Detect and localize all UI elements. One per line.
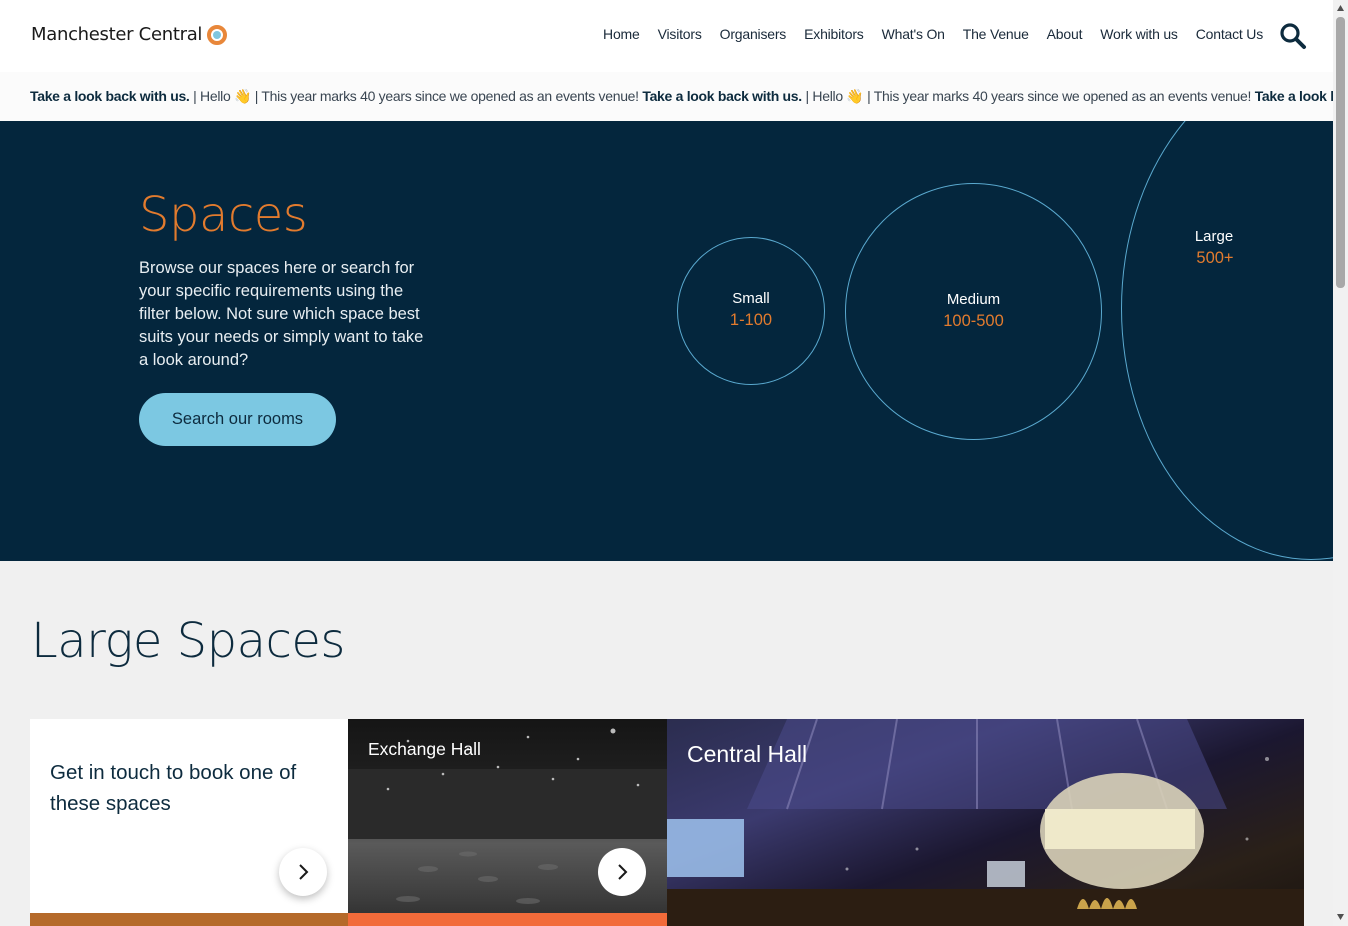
chevron-right-icon bbox=[618, 864, 628, 880]
card-image-strip bbox=[348, 913, 667, 926]
card-title: Central Hall bbox=[687, 741, 808, 767]
logo-mark-icon bbox=[207, 24, 228, 45]
main-nav: Home Visitors Organisers Exhibitors What… bbox=[585, 26, 1263, 42]
nav-home[interactable]: Home bbox=[603, 26, 640, 42]
nav-exhibitors[interactable]: Exhibitors bbox=[804, 26, 864, 42]
search-icon bbox=[1280, 23, 1306, 49]
page-scrollbar[interactable] bbox=[1333, 0, 1348, 926]
nav-contact-us[interactable]: Contact Us bbox=[1196, 26, 1263, 42]
card-exchange-arrow-button[interactable] bbox=[598, 848, 646, 896]
page-title: Spaces bbox=[139, 187, 308, 243]
announcement-ticker: Take a look back with us. | Hello 👋 | Th… bbox=[0, 72, 1333, 121]
card-title: Exchange Hall bbox=[368, 739, 481, 759]
size-range: 100-500 bbox=[943, 312, 1004, 330]
nav-about[interactable]: About bbox=[1047, 26, 1083, 42]
ticker-highlight[interactable]: Take a look back with us. bbox=[30, 88, 190, 104]
size-filter-medium[interactable]: Medium 100-500 bbox=[845, 183, 1102, 440]
nav-organisers[interactable]: Organisers bbox=[720, 26, 787, 42]
chevron-right-icon bbox=[299, 864, 309, 880]
site-header: Manchester Central Home Visitors Organis… bbox=[0, 0, 1333, 72]
size-range: 500+ bbox=[1196, 249, 1234, 267]
ticker-text: | Hello 👋 | This year marks 40 years sin… bbox=[189, 88, 643, 104]
logo[interactable]: Manchester Central bbox=[31, 24, 228, 45]
ticker-highlight[interactable]: Take a look back with us. bbox=[1255, 88, 1333, 104]
logo-text: Manchester Central bbox=[31, 24, 203, 45]
large-spaces-section: Large Spaces Get in touch to book one of… bbox=[0, 561, 1333, 926]
size-filter-small[interactable]: Small 1-100 bbox=[677, 237, 825, 385]
ticker-text: | Hello 👋 | This year marks 40 years sin… bbox=[801, 88, 1255, 104]
search-rooms-button[interactable]: Search our rooms bbox=[139, 393, 336, 446]
card-exchange-hall[interactable]: Exchange Hall bbox=[348, 719, 667, 926]
size-label: Medium bbox=[946, 291, 1001, 308]
scroll-up-icon[interactable] bbox=[1336, 3, 1345, 13]
size-label: Small bbox=[732, 290, 770, 307]
scroll-thumb[interactable] bbox=[1336, 17, 1345, 288]
size-label: Large bbox=[1194, 228, 1234, 245]
card-image-strip bbox=[30, 913, 348, 926]
nav-the-venue[interactable]: The Venue bbox=[963, 26, 1029, 42]
scroll-down-icon[interactable] bbox=[1336, 912, 1345, 922]
size-range: 1-100 bbox=[729, 311, 773, 329]
card-get-in-touch[interactable]: Get in touch to book one of these spaces bbox=[30, 719, 348, 926]
nav-whats-on[interactable]: What's On bbox=[882, 26, 945, 42]
nav-work-with-us[interactable]: Work with us bbox=[1100, 26, 1178, 42]
size-filter-large[interactable]: Large 500+ bbox=[1121, 121, 1333, 560]
card-touch-arrow-button[interactable] bbox=[279, 848, 327, 896]
nav-visitors[interactable]: Visitors bbox=[658, 26, 702, 42]
card-touch-text: Get in touch to book one of these spaces bbox=[50, 761, 297, 815]
section-title: Large Spaces bbox=[31, 613, 345, 669]
card-central-hall[interactable]: Central Hall bbox=[667, 719, 1304, 926]
hero-description: Browse our spaces here or search for you… bbox=[139, 259, 424, 369]
ticker-track: Take a look back with us. | Hello 👋 | Th… bbox=[30, 88, 1333, 105]
ticker-highlight[interactable]: Take a look back with us. bbox=[642, 88, 802, 104]
spaces-hero: Spaces Browse our spaces here or search … bbox=[0, 121, 1333, 561]
search-button[interactable] bbox=[1279, 22, 1307, 50]
